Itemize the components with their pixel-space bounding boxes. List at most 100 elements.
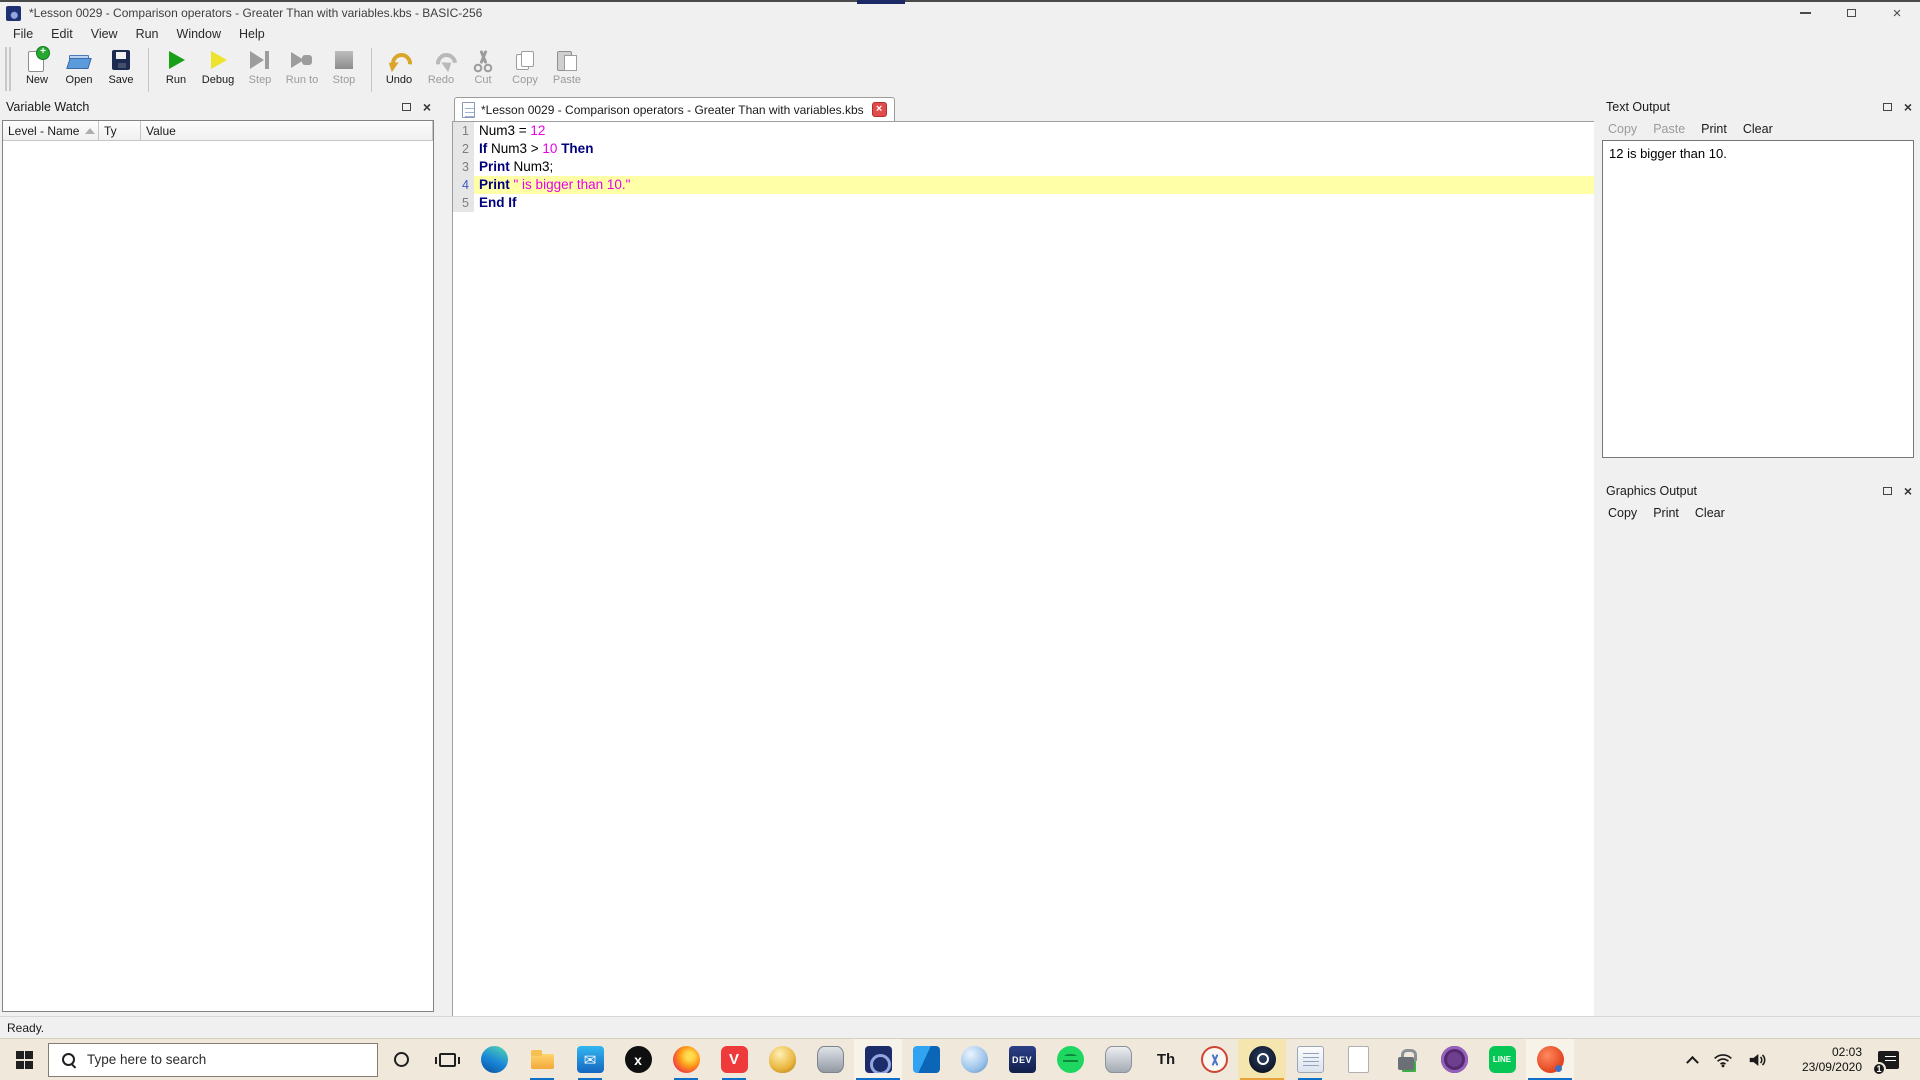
text-output-paste-button[interactable]: Paste <box>1653 122 1685 136</box>
copy-icon <box>512 47 538 73</box>
text-output-copy-button[interactable]: Copy <box>1608 122 1637 136</box>
graphics-output-header: Graphics Output × <box>1600 480 1918 502</box>
menu-window[interactable]: Window <box>168 25 230 43</box>
float-panel-icon[interactable] <box>1883 487 1892 495</box>
menu-edit[interactable]: Edit <box>42 25 82 43</box>
taskbar-app-vpn-lock[interactable] <box>1382 1039 1430 1080</box>
taskbar-app-mail[interactable]: ✉ <box>566 1039 614 1080</box>
taskbar-app-file-explorer[interactable] <box>518 1039 566 1080</box>
clock[interactable]: 02:03 23/09/2020 <box>1774 1039 1864 1080</box>
start-button[interactable] <box>0 1039 48 1080</box>
paste-button[interactable]: Paste <box>547 47 587 86</box>
toolbar-label: Debug <box>198 74 238 86</box>
task-view-button[interactable] <box>424 1039 470 1080</box>
menu-help[interactable]: Help <box>230 25 274 43</box>
toolbar-label: Redo <box>421 74 461 86</box>
open-button[interactable]: Open <box>59 47 99 86</box>
text-output-clear-button[interactable]: Clear <box>1743 122 1773 136</box>
menu-run[interactable]: Run <box>127 25 168 43</box>
taskbar-app-xbox[interactable]: x <box>614 1039 662 1080</box>
cortana-button[interactable] <box>378 1039 424 1080</box>
taskbar-app-basic256[interactable] <box>854 1039 902 1080</box>
taskbar-app-spotify[interactable] <box>1046 1039 1094 1080</box>
taskbar-app-tor-browser[interactable] <box>1430 1039 1478 1080</box>
taskbar-app-thonny[interactable]: Th <box>1142 1039 1190 1080</box>
tab-close-button[interactable]: × <box>872 102 887 117</box>
taskbar-search-input[interactable]: Type here to search <box>48 1043 378 1077</box>
watch-column-level-name[interactable]: Level - Name <box>3 121 99 140</box>
editor-tab[interactable]: *Lesson 0029 - Comparison operators - Gr… <box>454 97 895 121</box>
wifi-button[interactable] <box>1706 1039 1740 1080</box>
taskbar-app-firefox[interactable] <box>662 1039 710 1080</box>
taskbar-app-document[interactable] <box>1334 1039 1382 1080</box>
toolbar-grip[interactable] <box>4 47 12 91</box>
taskbar-app-vscode[interactable] <box>902 1039 950 1080</box>
step-button[interactable]: Step <box>240 47 280 86</box>
line-number: 3 <box>453 158 474 176</box>
left-splitter[interactable] <box>437 96 452 1016</box>
cortana-icon <box>394 1052 409 1067</box>
menu-file[interactable]: File <box>4 25 42 43</box>
close-panel-icon[interactable]: × <box>1904 101 1912 113</box>
taskbar-app-edge[interactable] <box>470 1039 518 1080</box>
minimize-button[interactable] <box>1782 2 1828 24</box>
redo-button[interactable]: Redo <box>421 47 461 86</box>
new-button[interactable]: New <box>17 47 57 86</box>
taskbar-app-notepad[interactable] <box>1286 1039 1334 1080</box>
close-panel-icon[interactable]: × <box>423 101 431 113</box>
undo-button[interactable]: Undo <box>379 47 419 86</box>
text-output-header: Text Output × <box>1600 96 1918 118</box>
line-number: 2 <box>453 140 474 158</box>
wifi-icon <box>1713 1052 1733 1068</box>
runto-button[interactable]: Run to <box>282 47 322 86</box>
search-placeholder: Type here to search <box>87 1052 206 1067</box>
close-icon: × <box>1893 6 1902 21</box>
run-button[interactable]: Run <box>156 47 196 86</box>
graphics-output-clear-button[interactable]: Clear <box>1695 506 1725 520</box>
action-center-button[interactable]: 1 <box>1864 1039 1912 1080</box>
minimize-icon <box>1800 12 1811 14</box>
line-text: Num3 = 12 <box>474 122 1594 140</box>
toolbar-label: Save <box>101 74 141 86</box>
graphics-output-copy-button[interactable]: Copy <box>1608 506 1637 520</box>
taskbar-app-database-server[interactable] <box>806 1039 854 1080</box>
code-editor[interactable]: 1Num3 = 122If Num3 > 10 Then3Print Num3;… <box>452 121 1595 1016</box>
graphics-output-panel: Graphics Output × Copy Print Clear <box>1600 480 1918 1016</box>
text-output-print-button[interactable]: Print <box>1701 122 1727 136</box>
taskbar-app-line-app[interactable]: LINE <box>1478 1039 1526 1080</box>
tray-overflow-button[interactable] <box>1678 1039 1706 1080</box>
graphics-output-print-button[interactable]: Print <box>1653 506 1679 520</box>
thonny-icon: Th <box>1153 1046 1180 1073</box>
toolbar-label: Undo <box>379 74 419 86</box>
close-panel-icon[interactable]: × <box>1904 485 1912 497</box>
taskbar-app-vivaldi[interactable]: V <box>710 1039 758 1080</box>
float-panel-icon[interactable] <box>1883 103 1892 111</box>
watch-column-ty[interactable]: Ty <box>99 121 141 140</box>
stop-button[interactable]: Stop <box>324 47 364 86</box>
vpn-lock-icon <box>1393 1046 1420 1073</box>
taskbar-app-blue-mascot[interactable] <box>950 1039 998 1080</box>
text-output-text: 12 is bigger than 10. <box>1609 146 1907 161</box>
float-panel-icon[interactable] <box>402 103 411 111</box>
watch-column-value[interactable]: Value <box>141 121 433 140</box>
close-button[interactable]: × <box>1874 2 1920 24</box>
debug-button[interactable]: Debug <box>198 47 238 86</box>
text-output-panel: Text Output × Copy Paste Print Clear 12 is … <box>1600 96 1918 466</box>
line-number: 1 <box>453 122 474 140</box>
tor-browser-icon <box>1441 1046 1468 1073</box>
copy-button[interactable]: Copy <box>505 47 545 86</box>
taskbar-app-database-2[interactable] <box>1094 1039 1142 1080</box>
snip-sketch-icon <box>1201 1046 1228 1073</box>
taskbar-app-golden-mascot[interactable] <box>758 1039 806 1080</box>
save-button[interactable]: Save <box>101 47 141 86</box>
cut-button[interactable]: Cut <box>463 47 503 86</box>
taskbar-app-snip-sketch[interactable] <box>1190 1039 1238 1080</box>
volume-button[interactable] <box>1740 1039 1774 1080</box>
taskbar-app-screen-recorder[interactable] <box>1526 1039 1574 1080</box>
top-screen-artifact <box>857 0 905 4</box>
menu-view[interactable]: View <box>82 25 127 43</box>
restore-button[interactable] <box>1828 2 1874 24</box>
taskbar-app-dev-cpp[interactable]: DEV <box>998 1039 1046 1080</box>
taskbar-app-steam[interactable] <box>1238 1039 1286 1080</box>
graphics-output-toolbar: Copy Print Clear <box>1600 502 1918 522</box>
